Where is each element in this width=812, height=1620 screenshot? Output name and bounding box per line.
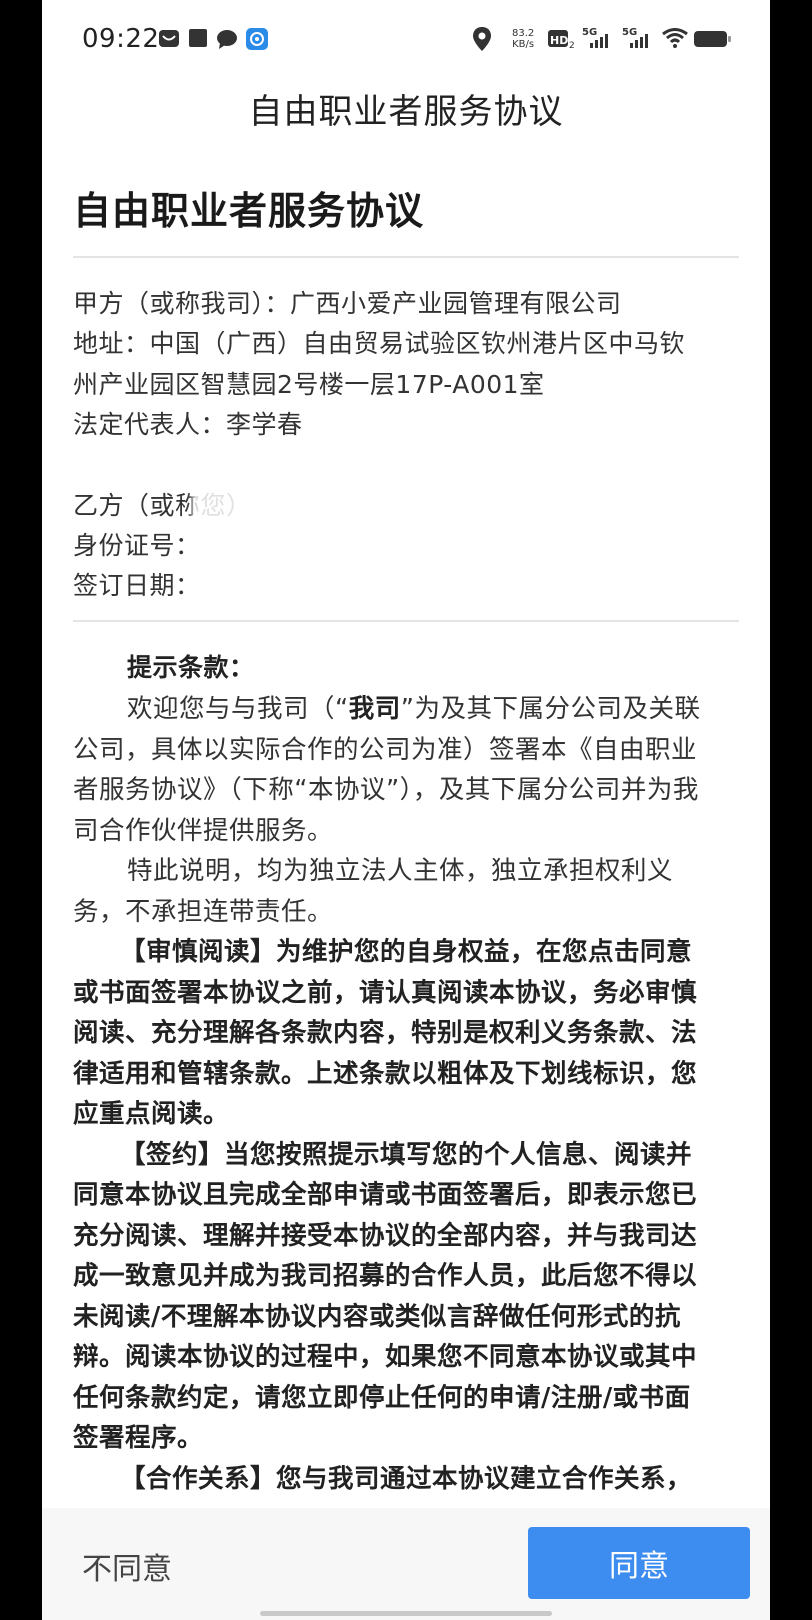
party-a-address-cont: 州产业园区智慧园2号楼一层17P-A001室 bbox=[73, 370, 545, 399]
svg-text:5G: 5G bbox=[582, 27, 597, 38]
para1-text-c: ”为及其下属分公司及关联 bbox=[400, 694, 701, 724]
chat-bubble-icon bbox=[216, 28, 238, 54]
para3-line2: 或书面签署本协议之前，请认真阅读本协议，务必审慎 bbox=[73, 978, 698, 1008]
svg-text:HD: HD bbox=[550, 34, 568, 47]
para4-line1: 【签约】当您按照提示填写您的个人信息、阅读并 bbox=[120, 1140, 693, 1170]
party-b-name-label: 乙方（或称您） bbox=[73, 491, 252, 520]
para2-line1: 特此说明，均为独立法人主体，独立承担权利义 bbox=[127, 856, 674, 886]
party-a-address: 地址：中国（广西）自由贸易试验区钦州港片区中马钦 bbox=[73, 329, 686, 358]
para1-bold-our-company: 我司 bbox=[348, 694, 401, 724]
para3-line3: 阅读、充分理解各条款内容，特别是权利义务条款、法 bbox=[73, 1018, 698, 1048]
battery-icon bbox=[694, 30, 732, 52]
document-title: 自由职业者服务协议 bbox=[73, 189, 425, 233]
status-bar: 09:22 83.2 KB/s HD 2 5G 5G bbox=[42, 0, 770, 82]
para4-line5: 未阅读/不理解本协议内容或类似言辞做任何形式的抗 bbox=[73, 1302, 681, 1332]
para1-line4: 司合作伙伴提供服务。 bbox=[73, 816, 334, 846]
para1-line3: 者服务协议》（下称“本协议”），及其下属分公司并为我 bbox=[73, 775, 699, 805]
para1-line1: 欢迎您与与我司（“我司”为及其下属分公司及关联 bbox=[127, 688, 770, 725]
para3-line1: 【审慎阅读】为维护您的自身权益，在您点击同意 bbox=[120, 937, 693, 967]
wifi-icon bbox=[662, 28, 688, 52]
home-indicator[interactable] bbox=[260, 1611, 552, 1616]
para5-line1: 【合作关系】您与我司通过本协议建立合作关系， bbox=[120, 1464, 693, 1494]
para4-line4: 成一致意见并成为我司招募的合作人员，此后您不得以 bbox=[73, 1261, 698, 1291]
notice-heading: 提示条款： bbox=[127, 653, 255, 682]
network-speed: 83.2 KB/s bbox=[512, 28, 534, 50]
para3-line4: 律适用和管辖条款。上述条款以粗体及下划线标识，您 bbox=[73, 1059, 698, 1089]
para3-line5: 应重点阅读。 bbox=[73, 1099, 230, 1129]
redaction-blur bbox=[192, 480, 302, 620]
party-b-id-label: 身份证号： bbox=[73, 531, 201, 560]
disagree-button[interactable]: 不同意 bbox=[82, 1544, 172, 1588]
svg-text:2: 2 bbox=[569, 41, 575, 50]
network-speed-value: 83.2 bbox=[512, 28, 535, 39]
para4-line6: 辩。阅读本协议的过程中，如果您不同意本协议或其中 bbox=[73, 1342, 698, 1372]
party-a-legal-rep: 法定代表人：李学春 bbox=[73, 410, 303, 439]
location-icon bbox=[472, 26, 492, 56]
hd-voice-icon: HD 2 bbox=[548, 28, 576, 54]
para4-line3: 充分阅读、理解并接受本协议的全部内容，并与我司达 bbox=[73, 1221, 698, 1251]
message-app-icon bbox=[158, 28, 180, 54]
para1-line2: 公司，具体以实际合作的公司为准）签署本《自由职业 bbox=[73, 735, 698, 765]
para4-line8: 签署程序。 bbox=[73, 1423, 204, 1453]
para4-line2: 同意本协议且完成全部申请或书面签署后，即表示您已 bbox=[73, 1180, 698, 1210]
agree-button[interactable]: 同意 bbox=[528, 1527, 750, 1599]
signal-5g-icon-2: 5G bbox=[622, 26, 656, 54]
para2-line2: 务，不承担连带责任。 bbox=[73, 897, 334, 927]
square-app-icon bbox=[188, 28, 208, 52]
signal-5g-icon-1: 5G bbox=[582, 26, 616, 54]
para4-line7: 任何条款约定，请您立即停止任何的申请/注册/或书面 bbox=[73, 1383, 691, 1413]
network-speed-unit: KB/s bbox=[512, 39, 535, 50]
browser-app-icon bbox=[246, 28, 268, 54]
party-a-name: 甲方（或称我司）：广西小爱产业园管理有限公司 bbox=[73, 289, 622, 318]
nav-title: 自由职业者服务协议 bbox=[248, 92, 564, 132]
party-b-date-label: 签订日期： bbox=[73, 571, 201, 600]
divider bbox=[73, 620, 739, 622]
phone-screen: 09:22 83.2 KB/s HD 2 5G 5G 自由职业者服务协议 自由职… bbox=[42, 0, 770, 1620]
para1-text-a: 欢迎您与与我司（“ bbox=[127, 694, 349, 724]
status-time: 09:22 bbox=[82, 24, 160, 54]
divider bbox=[73, 256, 739, 258]
svg-text:5G: 5G bbox=[622, 27, 637, 38]
